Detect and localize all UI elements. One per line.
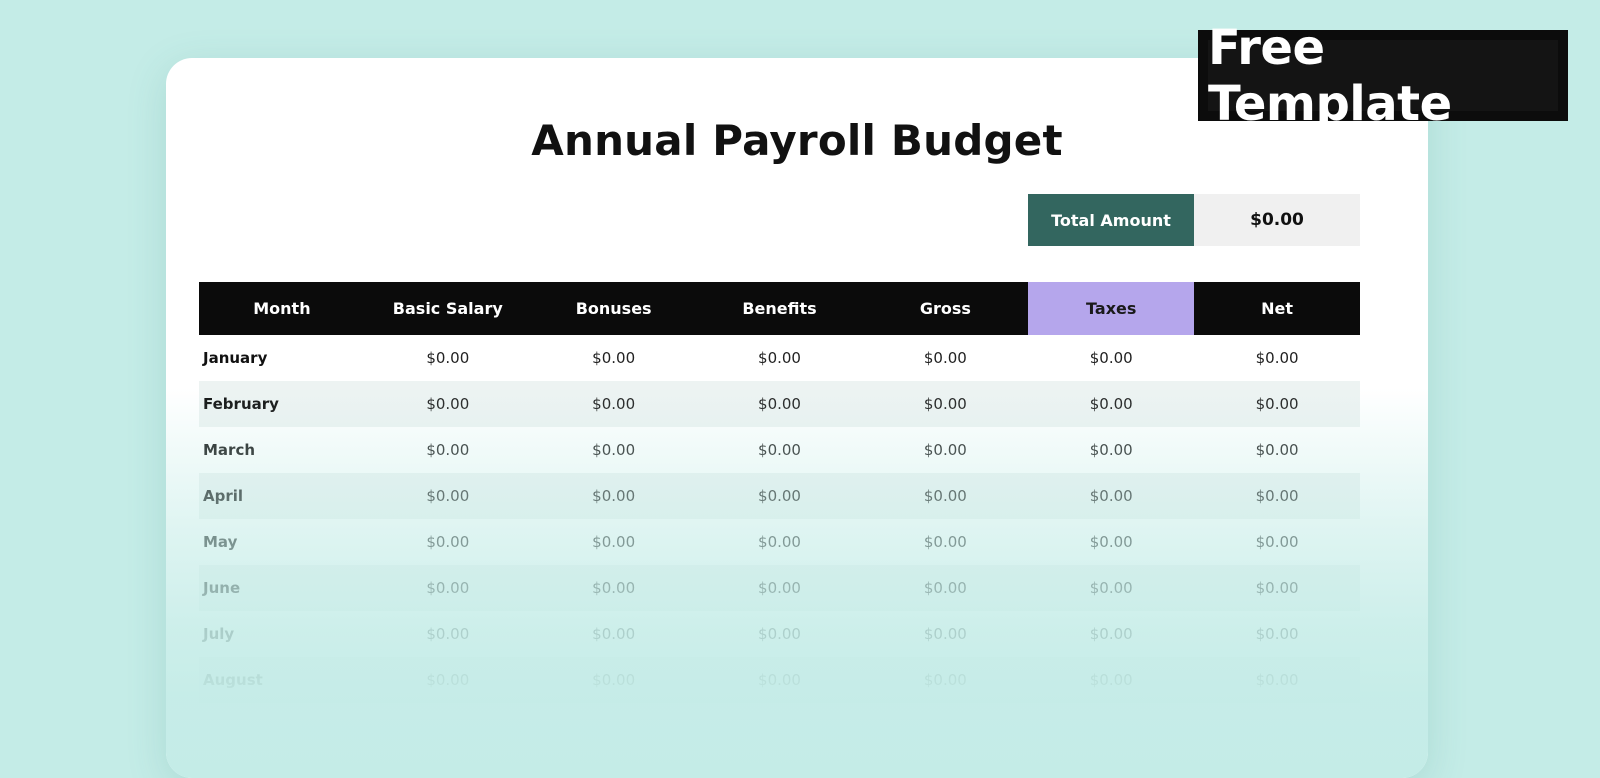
- month-cell[interactable]: January: [199, 349, 365, 367]
- template-card: Annual Payroll Budget Total Amount $0.00…: [166, 58, 1428, 778]
- bonuses-cell[interactable]: $0.00: [531, 533, 697, 551]
- month-cell[interactable]: March: [199, 441, 365, 459]
- payroll-table: Month Basic Salary Bonuses Benefits Gros…: [199, 282, 1360, 703]
- table-row: June $0.00 $0.00 $0.00 $0.00 $0.00 $0.00: [199, 565, 1360, 611]
- taxes-cell[interactable]: $0.00: [1028, 533, 1194, 551]
- column-header-bonuses: Bonuses: [575, 299, 652, 318]
- gross-cell[interactable]: $0.00: [862, 533, 1028, 551]
- net-cell[interactable]: $0.00: [1194, 487, 1360, 505]
- benefits-cell[interactable]: $0.00: [697, 395, 863, 413]
- table-header: Month Basic Salary Bonuses Benefits Gros…: [199, 282, 1360, 335]
- column-header-month: Month: [253, 299, 311, 318]
- gross-cell[interactable]: $0.00: [862, 441, 1028, 459]
- bonuses-cell[interactable]: $0.00: [531, 625, 697, 643]
- basic-salary-cell[interactable]: $0.00: [365, 487, 531, 505]
- gross-cell[interactable]: $0.00: [862, 487, 1028, 505]
- bonuses-cell[interactable]: $0.00: [531, 349, 697, 367]
- gross-cell[interactable]: $0.00: [862, 349, 1028, 367]
- gross-cell[interactable]: $0.00: [862, 579, 1028, 597]
- basic-salary-cell[interactable]: $0.00: [365, 671, 531, 689]
- benefits-cell[interactable]: $0.00: [697, 349, 863, 367]
- taxes-cell[interactable]: $0.00: [1028, 395, 1194, 413]
- column-header-basic-salary: Basic Salary: [392, 299, 503, 318]
- basic-salary-cell[interactable]: $0.00: [365, 533, 531, 551]
- table-row: August $0.00 $0.00 $0.00 $0.00 $0.00 $0.00: [199, 657, 1360, 703]
- taxes-cell[interactable]: $0.00: [1028, 625, 1194, 643]
- benefits-cell[interactable]: $0.00: [697, 579, 863, 597]
- net-cell[interactable]: $0.00: [1194, 349, 1360, 367]
- table-row: April $0.00 $0.00 $0.00 $0.00 $0.00 $0.00: [199, 473, 1360, 519]
- total-amount-label: Total Amount: [1028, 194, 1194, 246]
- net-cell[interactable]: $0.00: [1194, 441, 1360, 459]
- bonuses-cell[interactable]: $0.00: [531, 579, 697, 597]
- benefits-cell[interactable]: $0.00: [697, 625, 863, 643]
- month-cell[interactable]: July: [199, 625, 365, 643]
- month-cell[interactable]: April: [199, 487, 365, 505]
- month-cell[interactable]: February: [199, 395, 365, 413]
- net-cell[interactable]: $0.00: [1194, 625, 1360, 643]
- taxes-cell[interactable]: $0.00: [1028, 579, 1194, 597]
- table-row: May $0.00 $0.00 $0.00 $0.00 $0.00 $0.00: [199, 519, 1360, 565]
- gross-cell[interactable]: $0.00: [862, 395, 1028, 413]
- taxes-cell[interactable]: $0.00: [1028, 441, 1194, 459]
- free-template-label: Free Template: [1208, 20, 1558, 132]
- gross-cell[interactable]: $0.00: [862, 671, 1028, 689]
- benefits-cell[interactable]: $0.00: [697, 487, 863, 505]
- net-cell[interactable]: $0.00: [1194, 533, 1360, 551]
- month-cell[interactable]: June: [199, 579, 365, 597]
- basic-salary-cell[interactable]: $0.00: [365, 349, 531, 367]
- taxes-cell[interactable]: $0.00: [1028, 349, 1194, 367]
- bonuses-cell[interactable]: $0.00: [531, 395, 697, 413]
- column-header-gross: Gross: [919, 299, 971, 318]
- basic-salary-cell[interactable]: $0.00: [365, 579, 531, 597]
- month-cell[interactable]: August: [199, 671, 365, 689]
- basic-salary-cell[interactable]: $0.00: [365, 625, 531, 643]
- net-cell[interactable]: $0.00: [1194, 395, 1360, 413]
- net-cell[interactable]: $0.00: [1194, 671, 1360, 689]
- basic-salary-cell[interactable]: $0.00: [365, 395, 531, 413]
- bonuses-cell[interactable]: $0.00: [531, 487, 697, 505]
- column-header-benefits: Benefits: [742, 299, 817, 318]
- benefits-cell[interactable]: $0.00: [697, 671, 863, 689]
- table-row: July $0.00 $0.00 $0.00 $0.00 $0.00 $0.00: [199, 611, 1360, 657]
- net-cell[interactable]: $0.00: [1194, 579, 1360, 597]
- bonuses-cell[interactable]: $0.00: [531, 671, 697, 689]
- column-header-taxes: Taxes: [1028, 282, 1195, 335]
- column-header-net: Net: [1261, 299, 1294, 318]
- table-row: March $0.00 $0.00 $0.00 $0.00 $0.00 $0.00: [199, 427, 1360, 473]
- benefits-cell[interactable]: $0.00: [697, 533, 863, 551]
- table-row: January $0.00 $0.00 $0.00 $0.00 $0.00 $0.00: [199, 335, 1360, 381]
- benefits-cell[interactable]: $0.00: [697, 441, 863, 459]
- total-amount-value[interactable]: $0.00: [1194, 194, 1360, 246]
- taxes-cell[interactable]: $0.00: [1028, 487, 1194, 505]
- basic-salary-cell[interactable]: $0.00: [365, 441, 531, 459]
- table-body: January $0.00 $0.00 $0.00 $0.00 $0.00 $0.00 Feb…: [199, 335, 1360, 703]
- taxes-cell[interactable]: $0.00: [1028, 671, 1194, 689]
- gross-cell[interactable]: $0.00: [862, 625, 1028, 643]
- table-row: February $0.00 $0.00 $0.00 $0.00 $0.00 $0.00: [199, 381, 1360, 427]
- bonuses-cell[interactable]: $0.00: [531, 441, 697, 459]
- free-template-badge: Free Template: [1198, 20, 1568, 132]
- month-cell[interactable]: May: [199, 533, 365, 551]
